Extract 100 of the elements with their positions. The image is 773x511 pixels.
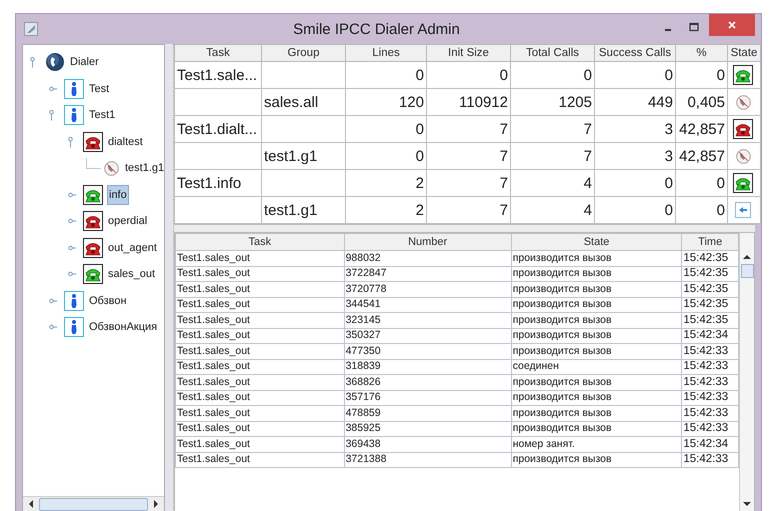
table-cell: 0 — [416, 66, 424, 84]
table-cell: Test1.sales_out — [177, 298, 250, 310]
table-cell: производится вызов — [512, 252, 612, 264]
person-icon — [64, 317, 84, 338]
column-header: % — [696, 47, 707, 59]
table-cell: 988032 — [346, 252, 381, 264]
table-cell: Test1.sale... — [177, 66, 258, 84]
tree-item[interactable]: dialtest — [107, 134, 144, 150]
table-cell: 15:42:33 — [683, 453, 728, 466]
telephone-icon — [83, 211, 103, 232]
column-header: Lines — [372, 47, 400, 59]
tree-item[interactable]: Test — [88, 80, 110, 97]
handset-icon — [734, 148, 752, 165]
scroll-down-icon — [743, 501, 751, 507]
table-cell: 0,405 — [687, 94, 725, 110]
table-cell: 369438 — [346, 438, 381, 450]
table-cell: 2 — [416, 174, 424, 192]
table-cell: 7 — [584, 120, 592, 138]
column-header: Group — [288, 47, 320, 59]
telephone-icon — [83, 132, 103, 152]
table-cell: производится вызов — [512, 329, 612, 342]
table-cell: производится вызов — [512, 422, 612, 434]
scroll-right-icon — [153, 500, 159, 508]
splitter-bar[interactable] — [165, 44, 174, 511]
column-header: Time — [698, 236, 722, 248]
tree-item[interactable]: operdial — [107, 213, 148, 230]
table-cell: Test1.sales_out — [177, 344, 250, 357]
column-header: Task — [206, 47, 230, 59]
table-cell: 478859 — [346, 406, 381, 419]
table-cell: 323145 — [346, 314, 381, 326]
table-cell: 344541 — [346, 298, 381, 310]
table-cell: 15:42:34 — [683, 329, 728, 342]
table-cell: Test1.sales_out — [177, 252, 250, 264]
table-cell: 3720778 — [346, 282, 386, 295]
table-cell: Test1.sales_out — [177, 314, 250, 326]
table-cell: 15:42:35 — [683, 298, 728, 310]
tree-item[interactable]: Dialer — [69, 54, 100, 70]
table-cell: 318839 — [346, 360, 381, 372]
table-cell: производится вызов — [512, 376, 612, 388]
handset-icon — [103, 160, 120, 177]
tree-item[interactable]: ОбзвонАкция — [88, 319, 158, 336]
table-cell: 0 — [664, 174, 673, 192]
table-cell: 0 — [500, 66, 508, 84]
table-cell: 7 — [500, 202, 508, 218]
person-icon — [64, 290, 84, 311]
table-cell: производится вызов — [512, 314, 612, 326]
column-header: State — [584, 236, 610, 248]
table-cell: 7 — [500, 174, 508, 192]
table-cell: 42,857 — [679, 120, 725, 138]
column-header: Success Calls — [598, 47, 672, 59]
vertical-scrollbar[interactable] — [739, 233, 754, 511]
table-cell: Test1.info — [177, 174, 242, 192]
horizontal-scrollbar[interactable] — [23, 496, 164, 511]
table-cell: 350327 — [346, 329, 381, 342]
table-cell: 3 — [664, 120, 673, 138]
table-cell: test1.g1 — [264, 148, 318, 164]
table-cell: test1.g1 — [264, 202, 318, 218]
table-cell: 3 — [664, 148, 673, 164]
scroll-thumb[interactable] — [740, 264, 754, 278]
tree-item[interactable]: Test1 — [88, 107, 116, 124]
table-cell: 15:42:35 — [683, 282, 728, 295]
column-header: Number — [408, 236, 448, 248]
handset-icon — [734, 94, 752, 111]
table-cell: 7 — [500, 120, 508, 138]
column-header: State — [730, 47, 758, 59]
table-cell: 15:42:33 — [683, 344, 728, 357]
tree-item[interactable]: test1.g1 — [124, 160, 166, 176]
table-cell: 4 — [584, 174, 592, 192]
maximize-icon — [689, 22, 699, 32]
table-cell: 15:42:33 — [683, 391, 728, 404]
table-cell: Test1.sales_out — [177, 422, 250, 434]
table-cell: 0 — [716, 174, 725, 192]
app-icon — [24, 22, 38, 36]
scroll-thumb[interactable] — [39, 498, 148, 510]
tree-item[interactable]: out_agent — [107, 240, 158, 256]
table-cell: производится вызов — [512, 391, 612, 404]
table-cell: производится вызов — [512, 344, 612, 357]
tree-item[interactable]: info — [107, 184, 129, 205]
table-cell: 0 — [716, 66, 725, 84]
table-cell: Test1.sales_out — [177, 406, 250, 419]
column-header: Init Size — [448, 47, 489, 59]
tree-item[interactable]: sales_out — [107, 266, 156, 282]
telephone-icon — [733, 65, 753, 85]
table-cell: 0 — [584, 66, 592, 84]
table-cell: 15:42:33 — [683, 422, 728, 434]
telephone-icon — [83, 264, 103, 284]
close-button[interactable] — [709, 14, 755, 36]
table-cell: 449 — [648, 94, 673, 110]
table-cell: производится вызов — [512, 267, 612, 280]
table-cell: Test1.sales_out — [177, 376, 250, 388]
person-icon — [64, 78, 84, 99]
table-cell: Test1.sales_out — [177, 453, 250, 466]
table-cell: Test1.sales_out — [177, 360, 250, 372]
table-cell: 0 — [716, 202, 725, 218]
table-cell: производится вызов — [512, 298, 612, 310]
table-cell: 42,857 — [679, 148, 725, 164]
table-cell: производится вызов — [512, 282, 612, 295]
tree-item[interactable]: Обзвон — [88, 292, 128, 309]
scroll-left-icon — [28, 500, 34, 508]
table-cell: 4 — [584, 202, 592, 218]
